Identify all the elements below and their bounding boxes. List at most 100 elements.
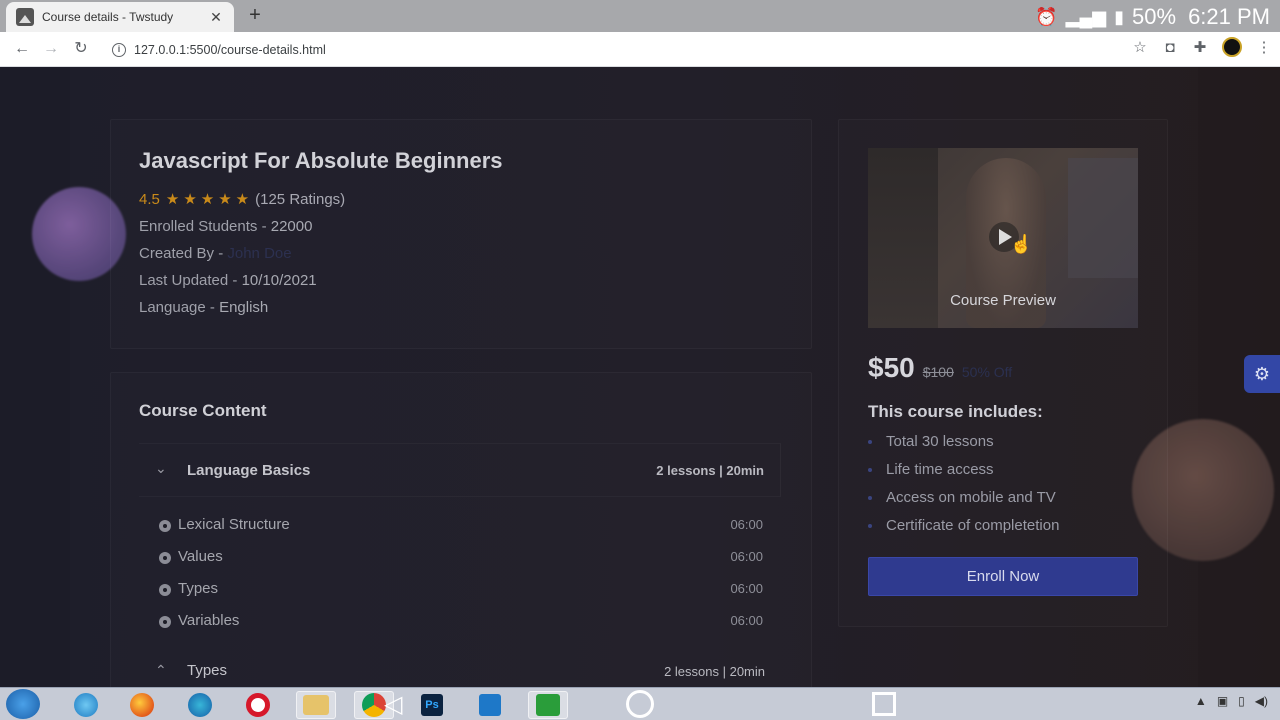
section-title: Types (187, 662, 228, 679)
lesson-bullet-icon (159, 520, 171, 532)
lesson-item[interactable]: Variables 06:00 (159, 612, 763, 634)
price-row: $50 $100 50% Off (868, 352, 1012, 384)
star-icon: ★ (218, 191, 232, 208)
includes-item: Access on mobile and TV (868, 489, 1056, 506)
lesson-duration: 06:00 (730, 613, 763, 628)
url-text[interactable]: 127.0.0.1:5500/course-details.html (134, 43, 326, 57)
lesson-duration: 06:00 (730, 581, 763, 596)
status-bar: ⏰ ▂▄▆ ▮ 50% 6:21 PM (1035, 2, 1270, 32)
file-explorer-icon[interactable] (296, 691, 336, 719)
signal-icon: ▂▄▆ (1065, 6, 1107, 27)
network-icon[interactable]: ▣ (1217, 694, 1228, 708)
current-price: $50 (868, 352, 915, 383)
settings-gear-icon[interactable]: ⚙ (1244, 355, 1280, 393)
course-title: Javascript For Absolute Beginners (139, 148, 503, 173)
new-tab-button[interactable]: + (245, 4, 265, 26)
lesson-name: Values (178, 548, 223, 565)
preview-label: Course Preview (950, 292, 1056, 309)
purchase-sidebar: ☝ Course Preview $50 $100 50% Off This c… (838, 119, 1168, 627)
star-icon: ★ (200, 191, 215, 208)
section-meta: 2 lessons | 20min (664, 664, 765, 679)
photoshop-icon[interactable]: Ps (412, 691, 452, 719)
menu-kebab-icon[interactable]: ⋮ (1256, 38, 1272, 56)
power-icon[interactable]: ▯ (1238, 694, 1245, 708)
browser-tab[interactable]: Course details - Twstudy ✕ (6, 2, 234, 32)
lesson-duration: 06:00 (730, 549, 763, 564)
course-preview-video[interactable]: ☝ Course Preview (868, 148, 1138, 328)
language-value: English (219, 299, 269, 316)
start-button[interactable] (6, 689, 40, 719)
forward-arrow-icon[interactable]: → (39, 37, 63, 61)
discount-badge: 50% Off (961, 364, 1013, 380)
lesson-name: Types (178, 580, 219, 597)
hand-cursor-icon: ☝ (1010, 234, 1033, 254)
extensions-icon[interactable]: ✚ (1192, 38, 1208, 56)
android-recents-icon[interactable] (872, 692, 896, 716)
lesson-item[interactable]: Types 06:00 (159, 580, 763, 602)
profile-avatar[interactable] (1222, 37, 1242, 57)
status-time: 6:21 PM (1188, 4, 1270, 29)
course-content-card: Course Content ⌄ Language Basics 2 lesso… (110, 372, 812, 687)
enrolled-value: 22000 (270, 218, 313, 235)
star-icon: ★ (235, 191, 250, 208)
tray-arrow-icon[interactable]: ▲ (1195, 694, 1207, 708)
alarm-icon: ⏰ (1035, 6, 1058, 27)
android-home-icon[interactable] (626, 690, 654, 718)
page-content: Javascript For Absolute Beginners 4.5 ★ … (0, 67, 1280, 687)
internet-explorer-icon[interactable] (66, 691, 106, 719)
rating-row: 4.5 ★ ★ ★ ★ ★ (125 Ratings) (139, 190, 346, 209)
ratings-count: (125 Ratings) (255, 190, 346, 208)
original-price: $100 (922, 364, 954, 380)
camera-icon[interactable]: ◘ (1162, 39, 1178, 56)
tab-title: Course details - Twstudy (42, 10, 174, 24)
android-back-icon[interactable]: ◁ (384, 688, 402, 720)
browser-tab-strip: Course details - Twstudy ✕ + ⏰ ▂▄▆ ▮ 50%… (0, 0, 1280, 32)
favicon-icon (16, 8, 34, 26)
battery-icon: ▮ (1114, 6, 1125, 27)
info-icon[interactable]: i (112, 42, 126, 57)
section-title: Language Basics (187, 462, 311, 479)
enrolled-students: Enrolled Students - 22000 (139, 218, 312, 235)
lesson-name: Variables (178, 612, 240, 629)
battery-percent: 50% (1132, 4, 1177, 29)
star-icon: ★ (183, 191, 197, 208)
firefox-icon[interactable] (122, 691, 162, 719)
volume-icon[interactable]: ◀) (1255, 694, 1268, 708)
author-link[interactable]: John Doe (227, 245, 291, 262)
accordion-section-header[interactable]: ⌃ Types 2 lessons | 20min (139, 656, 781, 686)
reload-icon[interactable]: ↻ (69, 37, 93, 61)
star-icon: ★ (165, 191, 180, 208)
language: Language - English (139, 299, 268, 316)
created-label: Created By - (139, 245, 224, 262)
includes-item: Life time access (868, 461, 994, 478)
lesson-duration: 06:00 (730, 517, 763, 532)
edge-icon[interactable] (180, 691, 220, 719)
close-tab-icon[interactable]: ✕ (208, 9, 224, 26)
lesson-item[interactable]: Lexical Structure 06:00 (159, 516, 763, 538)
enroll-now-button[interactable]: Enroll Now (868, 557, 1138, 596)
course-content-title: Course Content (139, 401, 267, 420)
course-info-card: Javascript For Absolute Beginners 4.5 ★ … (110, 119, 812, 349)
camtasia-icon[interactable] (528, 691, 568, 719)
accordion-section-header[interactable]: ⌄ Language Basics 2 lessons | 20min (139, 443, 781, 497)
preview-image-window (1068, 158, 1138, 278)
bookmark-star-icon[interactable]: ☆ (1132, 38, 1148, 56)
back-arrow-icon[interactable]: ← (10, 37, 34, 61)
enrolled-label: Enrolled Students - (139, 218, 267, 235)
lesson-item[interactable]: Values 06:00 (159, 548, 763, 570)
system-tray: ▲ ▣ ▯ ◀) (1195, 694, 1268, 708)
updated-value: 10/10/2021 (241, 272, 317, 289)
lesson-bullet-icon (159, 552, 171, 564)
lesson-bullet-icon (159, 616, 171, 628)
chevron-down-icon: ⌄ (155, 460, 167, 476)
lesson-bullet-icon (159, 584, 171, 596)
toolbar-actions: ☆ ◘ ✚ ⋮ (1132, 37, 1272, 57)
taskbar: Ps ◁ ▲ ▣ ▯ ◀) (0, 687, 1280, 720)
omnibox[interactable]: i 127.0.0.1:5500/course-details.html (104, 36, 1149, 63)
address-toolbar: ← → ↻ i 127.0.0.1:5500/course-details.ht… (0, 32, 1280, 67)
vscode-icon[interactable] (470, 691, 510, 719)
opera-icon[interactable] (238, 691, 278, 719)
last-updated: Last Updated - 10/10/2021 (139, 272, 317, 289)
section-meta: 2 lessons | 20min (656, 463, 764, 478)
language-label: Language - (139, 299, 215, 316)
